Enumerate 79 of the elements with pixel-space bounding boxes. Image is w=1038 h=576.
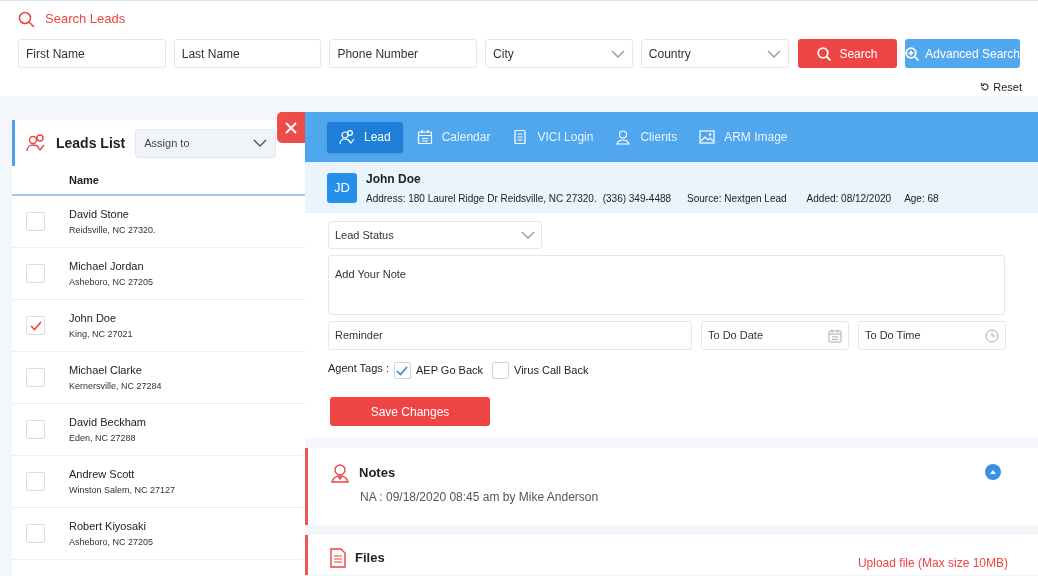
document-icon <box>330 548 346 568</box>
document-icon <box>512 129 529 145</box>
chevron-down-icon <box>253 139 268 147</box>
calendar-icon <box>416 129 433 145</box>
chevron-down-icon <box>766 49 781 58</box>
input-field[interactable]: Last Name <box>173 39 322 68</box>
select-field[interactable]: Country <box>640 39 789 68</box>
search-button[interactable]: Search <box>797 39 898 68</box>
input-field[interactable]: Reminder <box>328 321 692 350</box>
checkbox[interactable] <box>26 472 45 491</box>
clock-icon <box>985 328 999 343</box>
added-text: Added: 08/12/2020 <box>806 191 892 206</box>
phone-text: (336) 349-4488 <box>602 191 672 206</box>
check-icon <box>396 365 409 376</box>
tab[interactable]: Lead <box>327 121 403 153</box>
note-entry: NA : 09/18/2020 08:45 am by Mike Anderson <box>360 489 600 506</box>
tag-label: Virus Call Back <box>514 363 589 379</box>
caret-up-icon <box>990 470 996 474</box>
checkbox[interactable] <box>393 362 411 379</box>
checkbox[interactable] <box>26 420 45 439</box>
files-title: Files <box>355 549 385 568</box>
tag-label: AEP Go Back <box>415 363 483 379</box>
upload-link[interactable]: Upload file (Max size 10MB) <box>857 554 1008 572</box>
search-icon <box>817 46 832 61</box>
collapse-button[interactable] <box>985 464 1001 480</box>
reset-button[interactable]: Reset <box>980 79 1022 96</box>
checkbox[interactable] <box>26 264 45 283</box>
users-icon <box>25 133 47 153</box>
lead-location: Kernersville, NC 27284 <box>69 380 162 393</box>
search-icon <box>18 10 35 28</box>
input-field[interactable]: First Name <box>18 39 166 68</box>
person-icon <box>615 129 632 145</box>
refresh-icon <box>980 82 991 93</box>
source-text: Source: Nextgen Lead <box>687 191 787 206</box>
lead-location: Asheboro, NC 27205 <box>69 536 154 549</box>
lead-location: Eden, NC 27288 <box>69 432 137 445</box>
assign-select[interactable]: Assign to <box>135 128 277 158</box>
lead-location: Winston Salem, NC 27127 <box>69 484 176 497</box>
checkbox[interactable] <box>26 316 45 335</box>
note-field[interactable]: Add Your Note <box>328 255 1005 315</box>
image-icon <box>699 129 716 145</box>
lead-location: King, NC 27021 <box>69 328 133 341</box>
lead-name[interactable]: John Doe <box>69 309 133 326</box>
select-field[interactable]: Lead Status <box>328 221 542 249</box>
address-text: Address: 180 Laurel Ridge Dr Reidsville, NC 27320. <box>366 191 597 206</box>
lead-location: Reidsville, NC 27320. <box>69 224 156 237</box>
column-header: Name <box>69 172 99 188</box>
lead-name[interactable]: David Beckham <box>69 413 147 430</box>
checkbox[interactable] <box>26 368 45 387</box>
check-icon <box>29 320 42 331</box>
select-field[interactable]: City <box>485 39 633 68</box>
date-field[interactable]: To Do Date <box>701 321 849 350</box>
lead-name[interactable]: Andrew Scott <box>69 465 176 482</box>
leads-list-title: Leads List <box>56 133 126 153</box>
search-title: Search Leads <box>45 10 126 29</box>
checkbox[interactable] <box>26 524 45 543</box>
time-field[interactable]: To Do Time <box>858 321 1006 350</box>
chevron-down-icon <box>610 49 625 58</box>
avatar: JD <box>327 172 357 203</box>
save-button[interactable]: Save Changes <box>330 397 490 426</box>
close-icon <box>285 121 297 134</box>
lead-name[interactable]: Michael Jordan <box>69 257 154 274</box>
users-icon <box>339 129 355 145</box>
lead-name[interactable]: Michael Clarke <box>69 361 162 378</box>
lead-location: Asheboro, NC 27205 <box>69 276 154 289</box>
age-text: Age: 68 <box>904 191 939 206</box>
checkbox[interactable] <box>26 212 45 231</box>
agent-tags-label: Agent Tags : <box>328 361 389 377</box>
zoom-in-icon <box>905 46 920 61</box>
lead-name: John Doe <box>366 170 422 188</box>
notes-title: Notes <box>359 464 396 483</box>
calendar-icon <box>828 328 842 343</box>
person-icon <box>330 463 350 483</box>
checkbox[interactable] <box>492 362 509 379</box>
lead-name[interactable]: David Stone <box>69 205 156 222</box>
chevron-down-icon <box>521 231 535 239</box>
lead-name[interactable]: Robert Kiyosaki <box>69 517 154 534</box>
input-field[interactable]: Phone Number <box>329 39 478 68</box>
close-button[interactable] <box>277 112 305 143</box>
